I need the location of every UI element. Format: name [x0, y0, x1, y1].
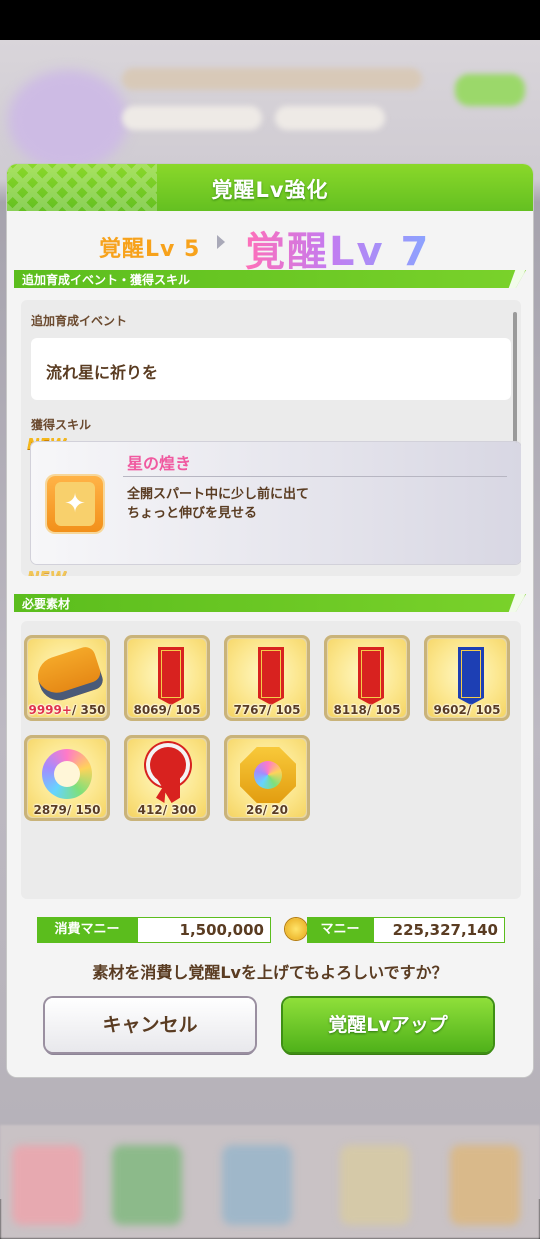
money-value: 225,327,140	[373, 917, 505, 943]
material-need: / 20	[262, 803, 288, 817]
pennant-icon	[458, 647, 484, 705]
event-skill-panel[interactable]: 追加育成イベント 流れ星に祈りを 獲得スキル NEW ✦ 星の煌き 全開スパート…	[21, 300, 521, 576]
material-item[interactable]: 26/ 20	[224, 735, 310, 821]
background-bar	[122, 106, 262, 130]
arrow-right-icon	[217, 235, 225, 249]
background-menu-item	[450, 1145, 520, 1225]
pennant-icon	[358, 647, 384, 705]
event-box: 流れ星に祈りを	[31, 338, 511, 400]
cancel-button[interactable]: キャンセル	[45, 998, 255, 1052]
background-bar	[122, 68, 422, 90]
level-up-button[interactable]: 覚醒Lvアップ	[283, 998, 493, 1052]
section-stripe	[508, 270, 526, 288]
rosette-icon	[150, 747, 186, 783]
material-have: 8118	[333, 703, 367, 717]
dialog-body: 覚醒Lv 5 覚醒Lv 7 追加育成イベント・獲得スキル 追加育成イベント 流れ…	[7, 211, 533, 1077]
skill-card[interactable]: ✦ 星の煌き 全開スパート中に少し前に出て ちょっと伸びを見せる	[31, 442, 521, 564]
background-menu-item	[340, 1145, 410, 1225]
status-bar	[0, 0, 540, 40]
pennant-icon	[258, 647, 284, 705]
dialog-title: 覚醒Lv強化	[211, 178, 329, 202]
cost-label: 消費マニー	[37, 917, 137, 943]
background-menu-item	[222, 1145, 292, 1225]
material-need: / 105	[166, 703, 201, 717]
section-header-skill: 追加育成イベント・獲得スキル	[14, 270, 526, 288]
material-need: / 300	[162, 803, 197, 817]
confirm-message: 素材を消費し覚醒Lvを上げてもよろしいですか？	[92, 963, 448, 982]
horseshoe-ring-icon	[42, 749, 92, 799]
material-item[interactable]: 8069/ 105	[124, 635, 210, 721]
medal-icon	[240, 747, 296, 803]
material-item[interactable]: 412/ 300	[124, 735, 210, 821]
skill-desc-line: ちょっと伸びを見せる	[127, 506, 258, 521]
dialog-header: 覚醒Lv強化	[7, 164, 533, 211]
level-change-row: 覚醒Lv 5 覚醒Lv 7	[7, 219, 533, 275]
coin-icon	[285, 918, 307, 940]
skill-description: 全開スパート中に少し前に出て ちょっと伸びを見せる	[127, 485, 309, 523]
section-header-materials: 必要素材	[14, 594, 526, 612]
cost-value: 1,500,000	[137, 917, 271, 943]
section-title: 追加育成イベント・獲得スキル	[22, 273, 191, 287]
background-bar	[275, 106, 385, 130]
material-have: 9999+	[28, 703, 72, 717]
skill-runner-icon: ✦	[47, 476, 103, 532]
section-title: 必要素材	[22, 597, 71, 611]
material-have: 8069	[133, 703, 167, 717]
section-stripe	[508, 594, 526, 612]
material-item[interactable]: 9999+/ 350	[24, 635, 110, 721]
money-label: マニー	[307, 917, 373, 943]
background-menu-item	[112, 1145, 182, 1225]
skill-divider	[123, 476, 507, 477]
skill-label: 獲得スキル	[31, 418, 92, 432]
new-badge: NEW	[27, 568, 66, 576]
target-level: 覚醒Lv 7	[245, 219, 430, 277]
material-need: / 105	[266, 703, 301, 717]
materials-grid: 9999+/ 350 8069/ 105 7767/ 105 8118/ 105…	[21, 621, 521, 899]
background-blob	[8, 70, 128, 170]
material-have: 2879	[33, 803, 67, 817]
material-item[interactable]: 9602/ 105	[424, 635, 510, 721]
material-need: / 150	[66, 803, 101, 817]
material-need: / 105	[466, 703, 501, 717]
material-item[interactable]: 7767/ 105	[224, 635, 310, 721]
event-name: 流れ星に祈りを	[46, 363, 159, 382]
material-need: / 105	[366, 703, 401, 717]
current-level: 覚醒Lv 5	[99, 237, 201, 262]
material-have: 9602	[433, 703, 467, 717]
rosette-tails	[156, 777, 180, 803]
material-have: 26	[246, 803, 263, 817]
material-need: / 350	[71, 703, 106, 717]
shoes-icon	[32, 644, 106, 706]
awakening-level-dialog: 覚醒Lv強化 覚醒Lv 5 覚醒Lv 7 追加育成イベント・獲得スキル 追加育成…	[7, 164, 533, 1077]
material-item[interactable]: 2879/ 150	[24, 735, 110, 821]
event-label: 追加育成イベント	[31, 314, 128, 328]
background-bar	[455, 74, 525, 106]
background-menu-item	[12, 1145, 82, 1225]
pennant-icon	[158, 647, 184, 705]
material-item[interactable]: 8118/ 105	[324, 635, 410, 721]
skill-desc-line: 全開スパート中に少し前に出て	[127, 487, 310, 502]
material-have: 7767	[233, 703, 267, 717]
money-row: 消費マニー 1,500,000 マニー 225,327,140	[37, 917, 511, 943]
material-have: 412	[137, 803, 163, 817]
skill-name: 星の煌き	[127, 454, 192, 473]
